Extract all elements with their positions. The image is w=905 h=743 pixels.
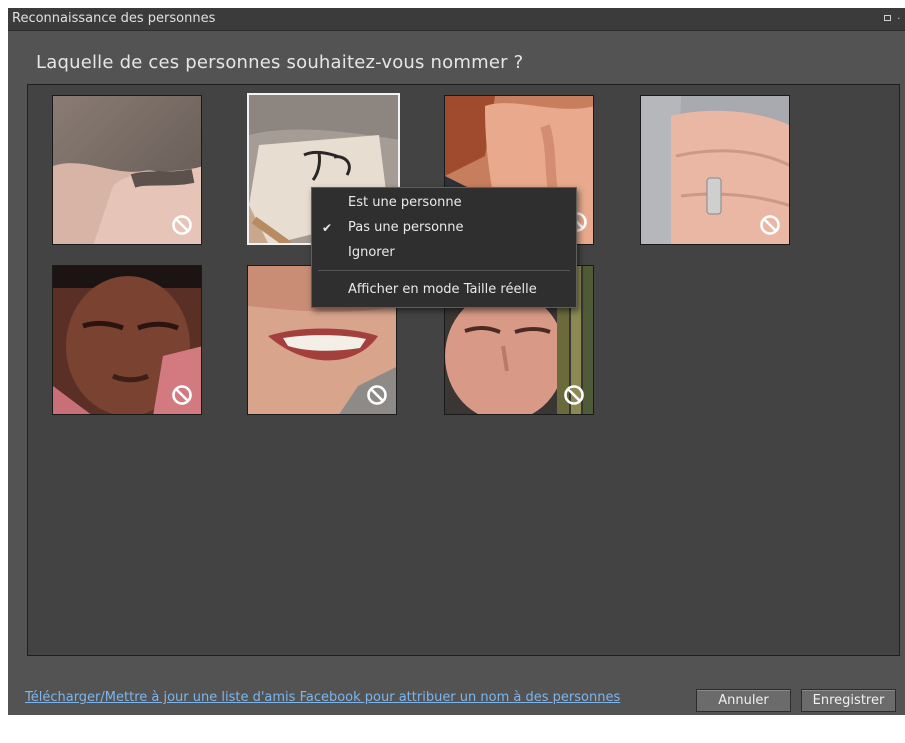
menu-separator [318,270,570,271]
no-entry-icon[interactable] [759,214,781,236]
checkmark-icon: ✔ [322,221,333,235]
window-title: Reconnaissance des personnes [12,11,216,26]
context-menu: Est une personne ✔ Pas une personne Igno… [311,187,577,308]
no-entry-icon[interactable] [563,384,585,406]
question-heading: Laquelle de ces personnes souhaitez-vous… [36,52,524,73]
cancel-button[interactable]: Annuler [696,689,791,712]
faces-grid-panel [27,84,900,656]
recognition-window: Reconnaissance des personnes · Laquelle … [8,8,905,715]
maximize-icon[interactable] [884,15,891,21]
menu-item-label: Est une personne [348,195,462,210]
no-entry-icon[interactable] [366,384,388,406]
close-icon[interactable]: · [897,8,905,30]
menu-item-ignore[interactable]: Ignorer [312,242,574,264]
menu-item-label: Pas une personne [348,220,464,235]
face-thumbnail-4[interactable] [640,95,790,245]
facebook-friends-link[interactable]: Télécharger/Mettre à jour une liste d'am… [25,690,620,705]
save-button[interactable]: Enregistrer [801,689,896,712]
face-thumbnail-1[interactable] [52,95,202,245]
no-entry-icon[interactable] [171,214,193,236]
menu-item-label: Afficher en mode Taille réelle [348,282,537,297]
menu-item-actual-size[interactable]: Afficher en mode Taille réelle [312,279,574,301]
menu-item-not-person[interactable]: ✔ Pas une personne [312,217,574,239]
menu-item-label: Ignorer [348,245,395,260]
title-bar: Reconnaissance des personnes · [8,8,905,31]
no-entry-icon[interactable] [171,384,193,406]
menu-item-is-person[interactable]: Est une personne [312,192,574,214]
face-thumbnail-5[interactable] [52,265,202,415]
